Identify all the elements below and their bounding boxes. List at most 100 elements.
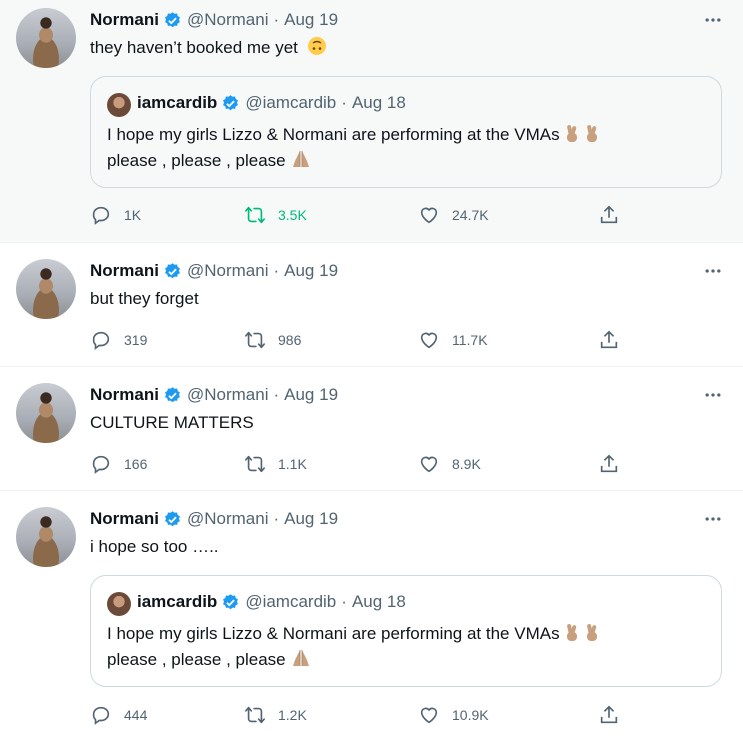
quoted-line-2-text: please , please , please [107,650,286,669]
avatar[interactable] [16,383,76,443]
heart-icon [420,707,438,724]
quoted-header: iamcardib @iamcardib · Aug 18 [137,591,406,613]
separator-dot: · [273,10,280,29]
upside-down-face-emoji-icon [307,37,326,55]
quoted-line-1-text: I hope my girls Lizzo & Normani are perf… [107,125,560,144]
like-button[interactable]: 8.9K [418,452,481,476]
author-name[interactable]: Normani [90,385,159,405]
quoted-author-name[interactable]: iamcardib [137,93,217,113]
crossed-fingers-emoji-icon [566,125,597,142]
tweet-actions: 319 986 11.7K [90,328,650,352]
share-button[interactable] [598,703,620,727]
tweet-text: but they forget [90,289,199,308]
like-count: 11.7K [452,332,488,348]
separator-dot: · [273,261,280,280]
author-handle[interactable]: @Normani [187,10,269,30]
quoted-header: iamcardib @iamcardib · Aug 18 [137,92,406,114]
reply-button[interactable]: 444 [90,703,147,727]
retweet-icon [245,331,265,349]
reply-button[interactable]: 166 [90,452,147,476]
avatar[interactable] [16,8,76,68]
retweet-button[interactable]: 986 [244,328,301,352]
retweet-icon [245,206,265,224]
like-button[interactable]: 24.7K [418,203,489,227]
folded-hands-emoji-icon [292,151,309,167]
more-options-icon[interactable] [703,385,723,405]
verified-badge-icon [223,593,239,609]
quoted-line-2: please , please , please [107,647,604,673]
quoted-author-name[interactable]: iamcardib [137,592,217,612]
reply-icon [92,331,110,350]
tweet-text: they haven’t booked me yet [90,36,327,60]
retweet-button[interactable]: 1.2K [244,703,307,727]
verified-badge-icon [223,94,239,110]
more-options-icon[interactable] [703,261,723,281]
quoted-tweet[interactable]: iamcardib @iamcardib · Aug 18 I hope my … [90,575,722,687]
share-icon [600,330,618,349]
author-handle[interactable]: @Normani [187,509,269,529]
author-name[interactable]: Normani [90,10,159,30]
share-button[interactable] [598,203,620,227]
author-handle[interactable]: @Normani [187,261,269,281]
tweet-date[interactable]: Aug 19 [284,385,338,405]
quoted-date[interactable]: Aug 18 [352,592,406,612]
crossed-fingers-emoji-icon [566,624,597,641]
reply-icon [92,455,110,474]
reply-button[interactable]: 1K [90,203,141,227]
author-name[interactable]: Normani [90,509,159,529]
like-button[interactable]: 11.7K [418,328,488,352]
quoted-text: I hope my girls Lizzo & Normani are perf… [107,621,604,673]
like-button[interactable]: 10.9K [418,703,489,727]
quoted-line-2: please , please , please [107,148,604,174]
share-button[interactable] [598,328,620,352]
retweet-count: 3.5K [278,207,307,223]
tweet-header: Normani @Normani · Aug 19 [90,508,338,530]
quoted-line-2-text: please , please , please [107,151,286,170]
tweet-date[interactable]: Aug 19 [284,10,338,30]
quoted-author-handle[interactable]: @iamcardib [245,592,336,612]
reply-icon [92,206,110,225]
quoted-avatar[interactable] [107,592,131,616]
quoted-author-handle[interactable]: @iamcardib [245,93,336,113]
avatar[interactable] [16,259,76,319]
heart-icon [420,332,438,349]
tweet[interactable]: Normani @Normani · Aug 19 they haven’t b… [0,0,743,243]
quoted-date[interactable]: Aug 18 [352,93,406,113]
share-button[interactable] [598,452,620,476]
separator-dot: · [341,592,347,611]
tweet-actions: 166 1.1K 8.9K [90,452,650,476]
reply-icon [92,706,110,725]
reply-button[interactable]: 319 [90,328,147,352]
like-count: 24.7K [452,207,489,223]
quoted-line-1: I hope my girls Lizzo & Normani are perf… [107,621,604,647]
retweet-count: 1.2K [278,707,307,723]
reply-count: 166 [124,456,148,472]
tweet[interactable]: Normani @Normani · Aug 19 but they forge… [0,243,743,367]
author-name[interactable]: Normani [90,261,159,281]
retweet-icon [245,455,265,473]
more-options-icon[interactable] [703,509,723,529]
avatar[interactable] [16,507,76,567]
tweet[interactable]: Normani @Normani · Aug 19 CULTURE MATTER… [0,367,743,491]
separator-dot: · [273,385,280,404]
quoted-line-1-text: I hope my girls Lizzo & Normani are perf… [107,624,560,643]
quoted-avatar[interactable] [107,93,131,117]
tweet[interactable]: Normani @Normani · Aug 19 i hope so too … [0,491,743,736]
reply-count: 1K [124,207,142,223]
retweet-button[interactable]: 3.5K [244,203,307,227]
share-icon [600,205,618,224]
verified-badge-icon [165,262,180,278]
verified-badge-icon [165,510,180,526]
author-handle[interactable]: @Normani [187,385,269,405]
tweet-date[interactable]: Aug 19 [284,509,338,529]
tweet-actions: 1K 3.5K 24.7K [90,203,650,227]
tweet-header: Normani @Normani · Aug 19 [90,260,338,282]
retweet-button[interactable]: 1.1K [244,452,307,476]
retweet-count: 1.1K [278,456,307,472]
folded-hands-emoji-icon [292,650,309,666]
more-options-icon[interactable] [703,10,723,30]
reply-count: 444 [124,707,148,723]
reply-count: 319 [124,332,148,348]
quoted-tweet[interactable]: iamcardib @iamcardib · Aug 18 I hope my … [90,76,722,188]
tweet-date[interactable]: Aug 19 [284,261,338,281]
